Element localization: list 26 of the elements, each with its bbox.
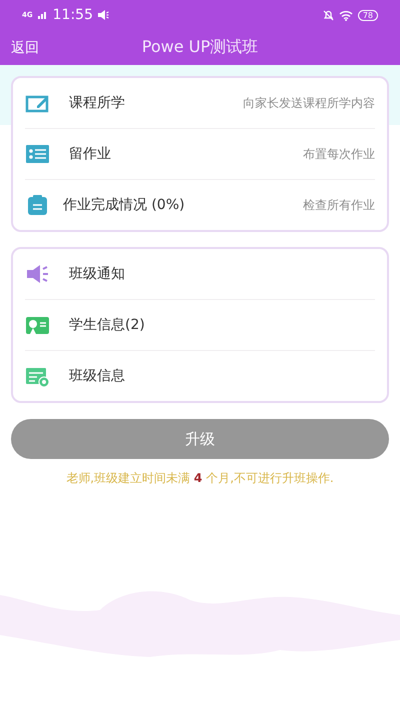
- wifi-icon: [338, 10, 353, 20]
- menu-label: 课程所学: [69, 94, 125, 112]
- menu-hint: 布置每次作业: [303, 146, 375, 162]
- page-title: Powe UP测试班: [142, 37, 258, 58]
- back-link[interactable]: 返回: [11, 38, 39, 56]
- battery-level: 78: [358, 10, 378, 20]
- menu-row[interactable]: 学生信息(2): [25, 300, 375, 351]
- signal-icon: [38, 11, 48, 19]
- status-time: 11:55: [52, 7, 93, 23]
- menu-row[interactable]: 课程所学 向家长发送课程所学内容: [25, 78, 375, 129]
- list-icon: [25, 142, 51, 166]
- warning-text: 老师,班级建立时间未满 4 个月,不可进行升班操作.: [65, 470, 335, 487]
- menu-row[interactable]: 班级信息: [25, 351, 375, 401]
- menu-row[interactable]: 留作业 布置每次作业: [25, 129, 375, 180]
- menu-row[interactable]: 作业完成情况 (0%) 检查所有作业: [25, 180, 375, 230]
- bell-off-icon: [322, 10, 334, 20]
- speaker-icon: [98, 10, 109, 20]
- menu-label: 班级信息: [69, 367, 125, 385]
- menu-label: 留作业: [69, 145, 111, 163]
- menu-row[interactable]: 班级通知: [25, 249, 375, 300]
- menu-label: 作业完成情况 (0%): [63, 196, 185, 214]
- menu-label: 班级通知: [69, 265, 125, 283]
- megaphone-icon: [25, 262, 51, 286]
- menu-hint: 向家长发送课程所学内容: [243, 94, 375, 112]
- menu-hint: 检查所有作业: [303, 196, 375, 214]
- menu-label: 学生信息(2): [69, 316, 145, 334]
